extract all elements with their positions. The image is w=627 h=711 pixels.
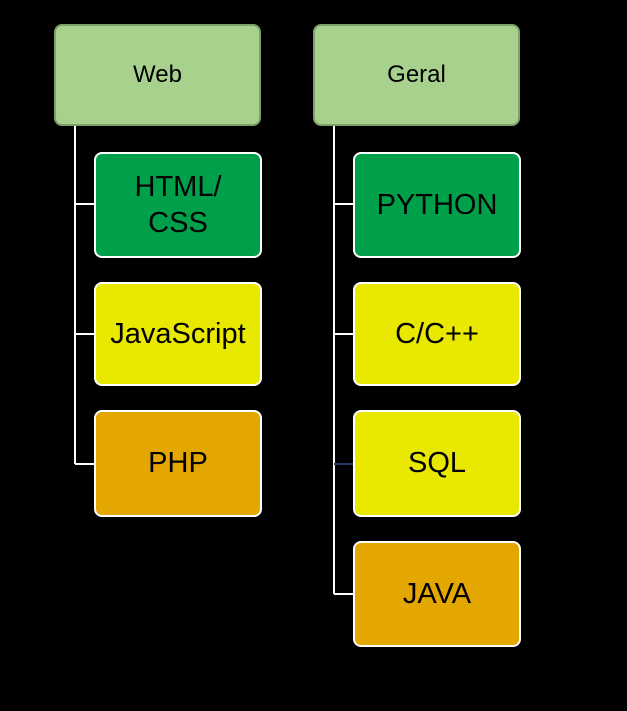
sql-box[interactable]: SQL xyxy=(353,410,521,517)
php-box[interactable]: PHP xyxy=(94,410,262,517)
javascript-box[interactable]: JavaScript xyxy=(94,282,262,386)
sql-label: SQL xyxy=(407,447,467,480)
web-group-box[interactable]: Web xyxy=(54,24,261,126)
java-box[interactable]: JAVA xyxy=(353,541,521,647)
c-cpp-label: C/C++ xyxy=(395,317,479,350)
javascript-label: JavaScript xyxy=(110,317,246,350)
web-group-title: Web xyxy=(133,61,182,88)
java-label: JAVA xyxy=(402,577,472,610)
python-box[interactable]: PYTHON xyxy=(353,152,521,258)
c-cpp-box[interactable]: C/C++ xyxy=(353,282,521,386)
geral-group-box[interactable]: Geral xyxy=(313,24,520,126)
html-css-label: HTML/ CSS xyxy=(134,170,222,239)
html-css-box[interactable]: HTML/ CSS xyxy=(94,152,262,258)
python-label: PYTHON xyxy=(376,188,498,221)
php-label: PHP xyxy=(148,447,208,480)
geral-group-title: Geral xyxy=(387,61,446,88)
